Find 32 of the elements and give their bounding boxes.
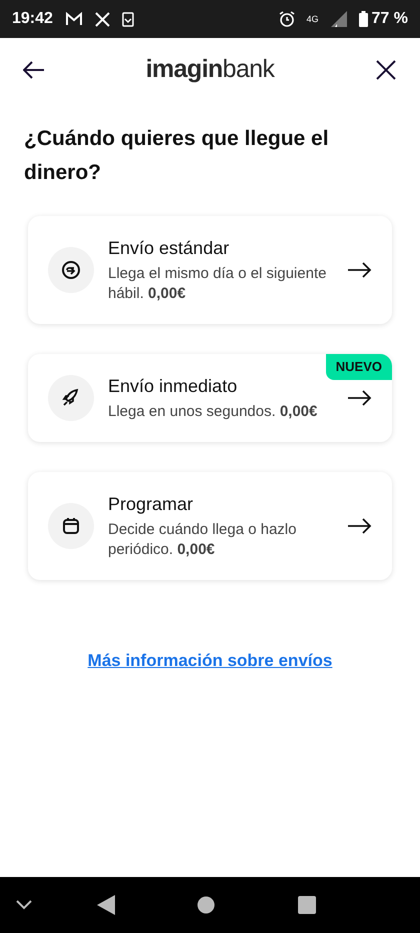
mail-icon: [64, 12, 83, 26]
arrow-right-icon: [348, 390, 372, 406]
option-card[interactable]: Envío inmediato Llega en unos segundos. 0,00€ NUEVO: [28, 354, 392, 442]
recents-nav-icon[interactable]: [298, 896, 316, 914]
signal-icon: [330, 11, 347, 27]
option-description: Llega el mismo día o el siguiente hábil. 0,00€: [108, 264, 328, 304]
clipboard-icon: [122, 11, 134, 27]
rocket-icon: [61, 388, 81, 408]
network-type: 4G: [306, 14, 319, 24]
logo: imaginbank: [146, 54, 274, 86]
arrow-right-icon: [348, 518, 372, 534]
back-nav-icon[interactable]: [96, 895, 115, 915]
home-nav-icon[interactable]: [197, 896, 216, 914]
chevron-down-icon[interactable]: [16, 900, 32, 910]
x-icon: [94, 12, 110, 26]
option-title: Programar: [108, 493, 194, 516]
page-title: ¿Cuándo quieres que llegue el dinero?: [23, 126, 330, 186]
option-card[interactable]: Programar Decide cuándo llega o hazlo periódico. 0,00€: [28, 472, 392, 580]
calendar-icon: [61, 516, 81, 536]
option-card[interactable]: Envío estándar Llega el mismo día o el siguiente hábil. 0,00€: [28, 216, 392, 324]
battery-icon: [358, 11, 368, 27]
option-description: Decide cuándo llega o hazlo periódico. 0,00€: [108, 520, 298, 560]
option-description: Llega en unos segundos. 0,00€: [108, 402, 318, 422]
arrow-right-icon: [348, 262, 372, 278]
arrows-circle-icon: [61, 260, 81, 280]
status-time: 19:42: [12, 9, 53, 29]
alarm-icon: [278, 11, 295, 27]
battery-level: 77 %: [372, 9, 408, 29]
new-badge: NUEVO: [326, 354, 392, 380]
option-title: Envío estándar: [108, 237, 230, 260]
option-title: Envío inmediato: [108, 375, 238, 398]
more-info-link[interactable]: Más información sobre envíos: [88, 648, 332, 674]
